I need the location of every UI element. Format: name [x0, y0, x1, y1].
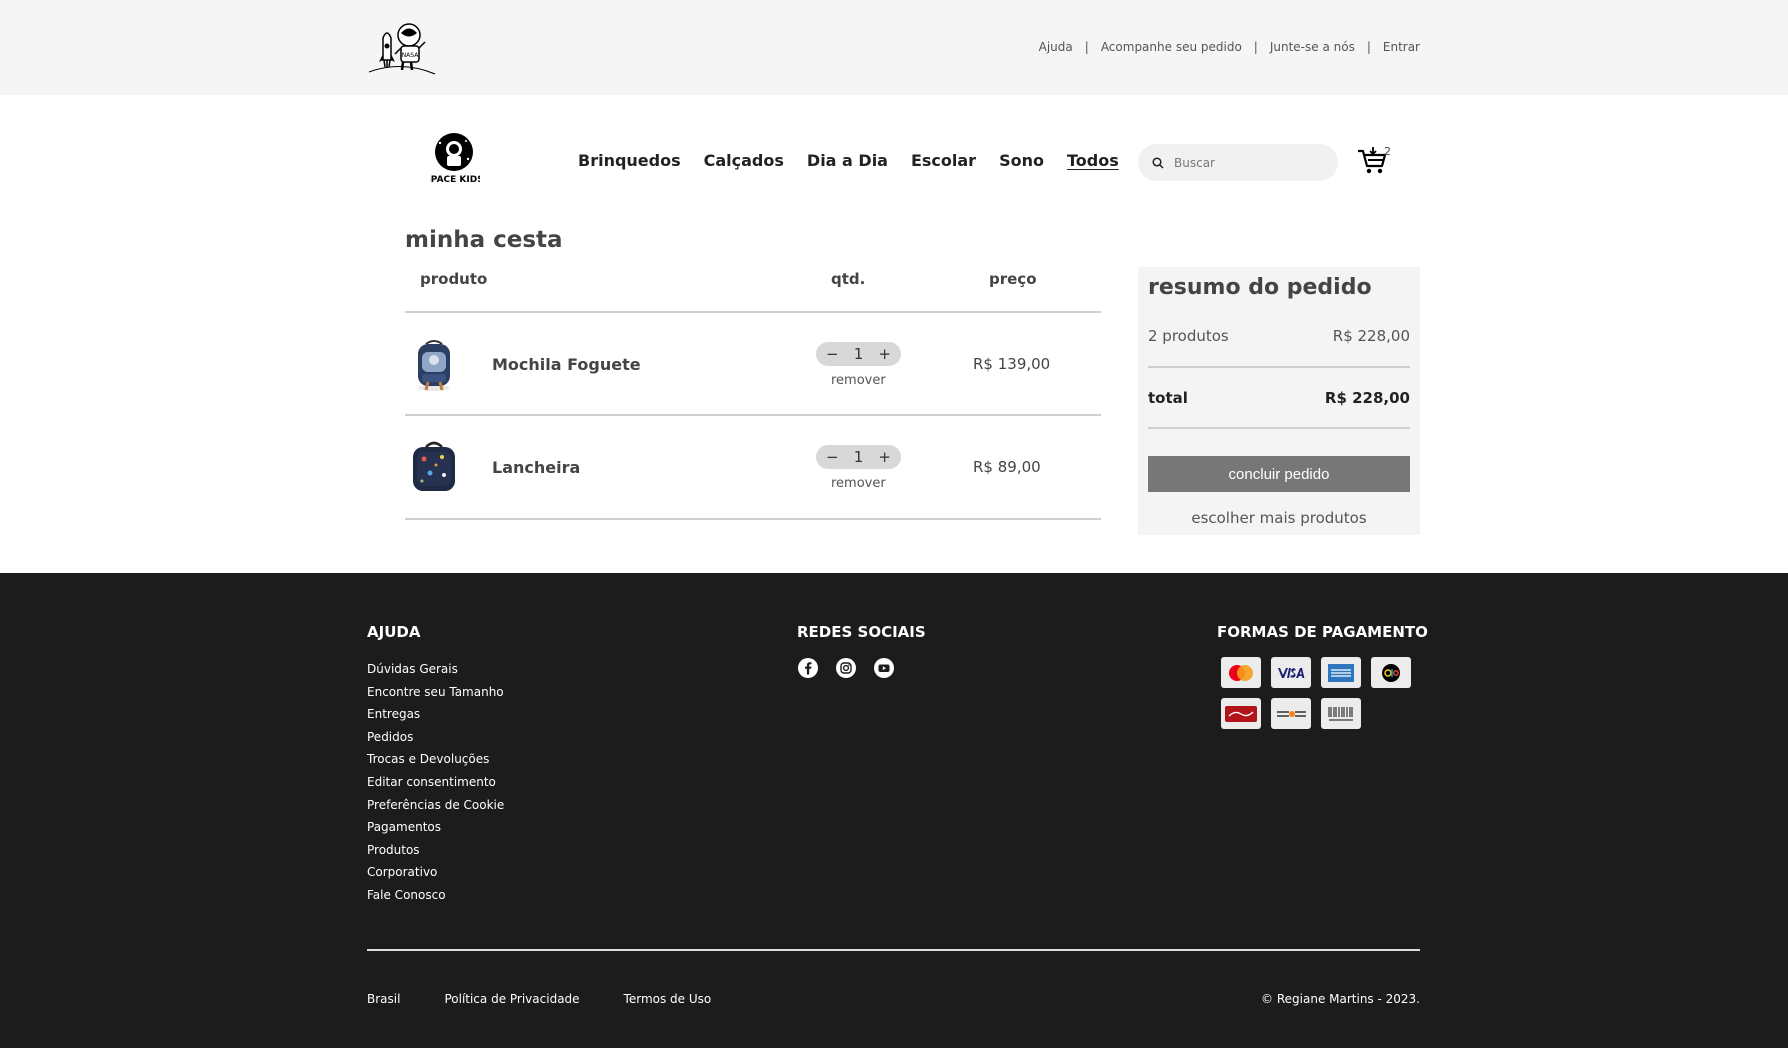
footer-link[interactable]: Editar consentimento — [367, 771, 504, 794]
quantity-stepper: − 1 + — [816, 342, 901, 366]
footer-payment-title: FORMAS DE PAGAMENTO — [1217, 623, 1428, 641]
brand-logo-text: SPACE KIDS — [430, 175, 480, 185]
divider — [1148, 366, 1410, 368]
copyright-text: © Regiane Martins - 2023. — [1261, 992, 1420, 1006]
order-summary: resumo do pedido 2 produtos R$ 228,00 to… — [1138, 267, 1420, 535]
quantity-value: 1 — [853, 345, 864, 363]
nav-todos[interactable]: Todos — [1067, 151, 1119, 170]
item-price: R$ 89,00 — [973, 458, 1041, 476]
top-links: Ajuda | Acompanhe seu pedido | Junte-se … — [1039, 40, 1420, 54]
separator: | — [1366, 40, 1371, 54]
column-header-price: preço — [989, 270, 1037, 288]
track-order-link[interactable]: Acompanhe seu pedido — [1101, 40, 1242, 54]
separator: | — [1084, 40, 1089, 54]
social-links — [797, 657, 911, 679]
privacy-policy-link[interactable]: Política de Privacidade — [444, 992, 579, 1006]
footer-link[interactable]: Trocas e Devoluções — [367, 748, 504, 771]
divider — [405, 414, 1101, 416]
remove-link[interactable]: remover — [831, 476, 886, 491]
divider — [405, 311, 1101, 313]
youtube-icon[interactable] — [873, 657, 895, 679]
item-price: R$ 139,00 — [973, 355, 1051, 373]
footer-social-title: REDES SOCIAIS — [797, 623, 926, 641]
main-nav: Brinquedos Calçados Dia a Dia Escolar So… — [578, 151, 1142, 170]
footer-link[interactable]: Corporativo — [367, 861, 504, 884]
visa-icon — [1271, 657, 1311, 688]
footer-link[interactable]: Pagamentos — [367, 816, 504, 839]
decrease-button[interactable]: − — [826, 345, 839, 363]
product-image-lunchbox[interactable] — [408, 439, 460, 495]
quantity-value: 1 — [853, 448, 864, 466]
top-bar: NASA Ajuda | Acompanhe seu pedido | Junt… — [0, 0, 1788, 95]
divider — [1148, 427, 1410, 429]
product-name[interactable]: Mochila Foguete — [492, 355, 641, 374]
astronaut-rocket-logo[interactable]: NASA — [367, 20, 437, 76]
product-image-backpack[interactable] — [408, 336, 460, 392]
instagram-icon[interactable] — [835, 657, 857, 679]
continue-shopping-link[interactable]: escolher mais produtos — [1138, 509, 1420, 527]
discover-icon — [1271, 698, 1311, 729]
nav-dia-a-dia[interactable]: Dia a Dia — [807, 151, 888, 170]
column-header-qty: qtd. — [831, 270, 866, 288]
nav-escolar[interactable]: Escolar — [911, 151, 976, 170]
search-box — [1138, 144, 1338, 181]
footer-link[interactable]: Entregas — [367, 703, 504, 726]
mastercard-icon — [1221, 657, 1261, 688]
nav-calcados[interactable]: Calçados — [704, 151, 784, 170]
footer-link[interactable]: Dúvidas Gerais — [367, 658, 504, 681]
summary-products-row: 2 produtos R$ 228,00 — [1148, 327, 1410, 345]
remove-link[interactable]: remover — [831, 373, 886, 388]
increase-button[interactable]: + — [878, 345, 891, 363]
space-kids-logo[interactable]: SPACE KIDS — [430, 133, 480, 185]
footer-bottom-links: Brasil Política de Privacidade Termos de… — [367, 992, 755, 1006]
products-count-label: 2 produtos — [1148, 327, 1229, 345]
decrease-button[interactable]: − — [826, 448, 839, 466]
separator: | — [1253, 40, 1258, 54]
quantity-stepper: − 1 + — [816, 445, 901, 469]
basket-title: minha cesta — [405, 227, 563, 253]
footer: AJUDA Dúvidas Gerais Encontre seu Tamanh… — [0, 573, 1788, 1048]
nav-sono[interactable]: Sono — [999, 151, 1044, 170]
cart-count-badge: 2 — [1384, 145, 1391, 158]
boleto-icon — [1321, 698, 1361, 729]
product-name[interactable]: Lancheira — [492, 458, 580, 477]
footer-link[interactable]: Fale Conosco — [367, 884, 504, 907]
join-link[interactable]: Junte-se a nós — [1270, 40, 1355, 54]
increase-button[interactable]: + — [878, 448, 891, 466]
footer-link[interactable]: Preferências de Cookie — [367, 794, 504, 817]
country-link[interactable]: Brasil — [367, 992, 400, 1006]
help-link[interactable]: Ajuda — [1039, 40, 1073, 54]
summary-total-row: total R$ 228,00 — [1148, 389, 1410, 407]
nav-brinquedos[interactable]: Brinquedos — [578, 151, 681, 170]
divider — [405, 518, 1101, 520]
search-input[interactable] — [1174, 155, 1324, 170]
footer-link[interactable]: Produtos — [367, 839, 504, 862]
summary-title: resumo do pedido — [1148, 275, 1372, 300]
footer-divider — [367, 949, 1420, 951]
products-subtotal: R$ 228,00 — [1332, 327, 1410, 345]
checkout-button[interactable]: concluir pedido — [1148, 456, 1410, 492]
login-link[interactable]: Entrar — [1383, 40, 1420, 54]
footer-link[interactable]: Pedidos — [367, 726, 504, 749]
payment-methods — [1221, 657, 1411, 729]
column-header-product: produto — [420, 270, 488, 288]
total-value: R$ 228,00 — [1324, 389, 1410, 407]
footer-help-links: Dúvidas Gerais Encontre seu Tamanho Entr… — [367, 658, 504, 907]
american-express-icon — [1321, 657, 1361, 688]
total-label: total — [1148, 389, 1188, 407]
svg-text:NASA: NASA — [402, 52, 420, 59]
facebook-icon[interactable] — [797, 657, 819, 679]
footer-help-title: AJUDA — [367, 623, 421, 641]
terms-of-use-link[interactable]: Termos de Uso — [624, 992, 712, 1006]
elo-icon — [1371, 657, 1411, 688]
hipercard-icon — [1221, 698, 1261, 729]
search-icon[interactable] — [1152, 156, 1164, 169]
footer-link[interactable]: Encontre seu Tamanho — [367, 681, 504, 704]
